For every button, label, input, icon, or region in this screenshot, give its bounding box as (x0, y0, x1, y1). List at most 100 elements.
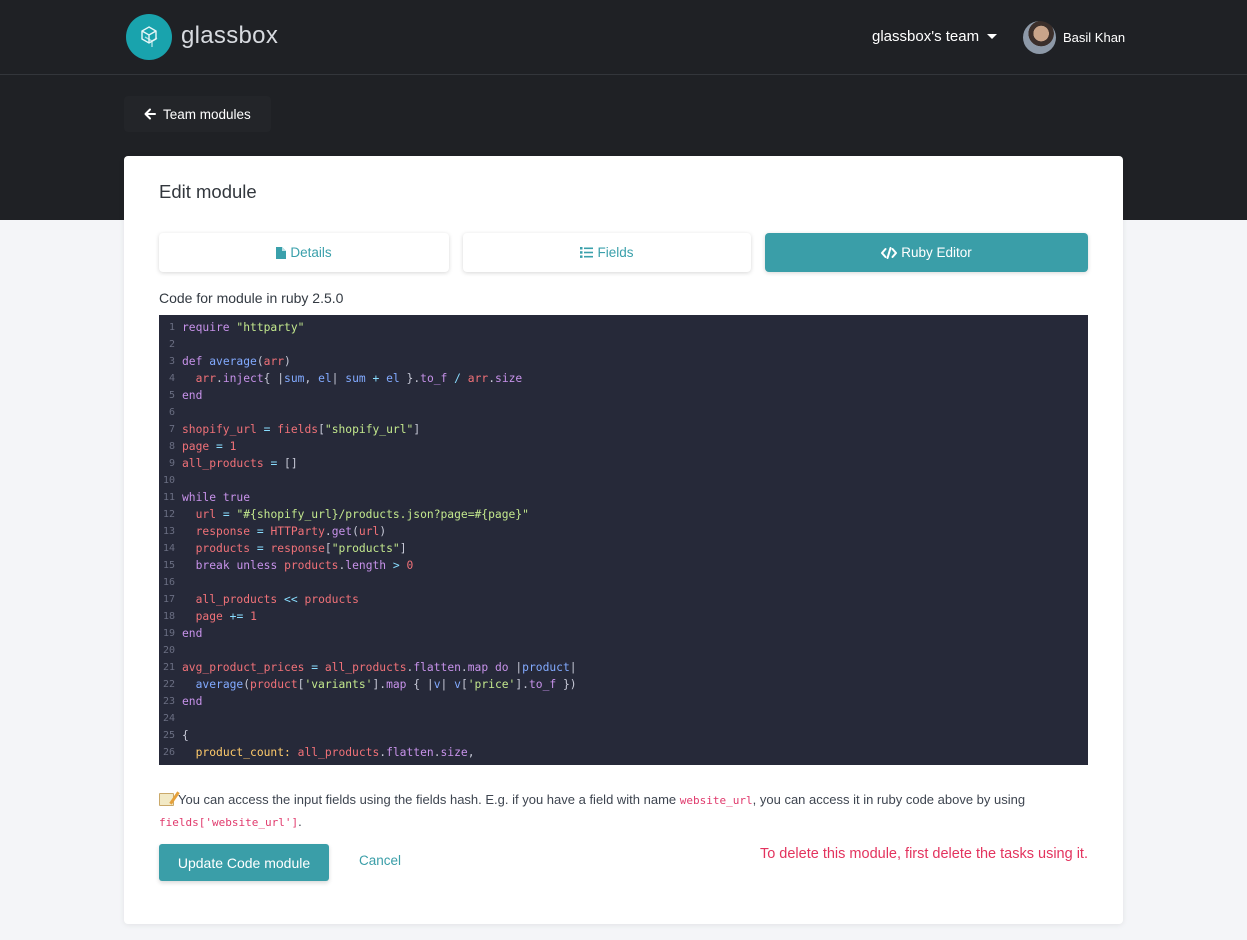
brand-name[interactable]: glassbox (181, 22, 278, 50)
code-line: 24 (159, 710, 1088, 727)
code-line: 15 break unless products.length > 0 (159, 557, 1088, 574)
line-number: 21 (162, 662, 175, 673)
line-number: 2 (168, 339, 175, 350)
hint-text-2: , you can access it in ruby code above b… (752, 792, 1026, 807)
line-number: 22 (162, 679, 175, 690)
list-icon (580, 247, 594, 258)
code-line: 2 (159, 336, 1088, 353)
code-line: 5 end (159, 387, 1088, 404)
code-text: require "httparty" (182, 321, 305, 334)
code-text: url = "#{shopify_url}/products.json?page… (195, 508, 529, 521)
line-number: 23 (162, 696, 175, 707)
hint-text-3: . (298, 814, 302, 829)
top-navbar: glassbox glassbox's team Basil Khan (0, 0, 1247, 75)
code-line: 22 average(product['variants'].map { |v|… (159, 676, 1088, 693)
line-number: 26 (162, 747, 175, 758)
code-text: products = response["products"] (195, 542, 407, 555)
user-name[interactable]: Basil Khan (1063, 30, 1125, 45)
code-text: all_products << products (195, 593, 359, 606)
code-line: 9 all_products = [] (159, 455, 1088, 472)
code-line: 18 page += 1 (159, 608, 1088, 625)
edit-module-card: Edit module Details Fields Ruby Editor C… (124, 156, 1123, 924)
file-icon (276, 246, 287, 259)
line-number: 15 (162, 560, 175, 571)
hint-code-fields-access: fields['website_url'] (159, 816, 299, 829)
code-line: 8 page = 1 (159, 438, 1088, 455)
back-link-label: Team modules (163, 106, 251, 122)
code-line: 21 avg_product_prices = all_products.flat… (159, 659, 1088, 676)
code-line: 16 (159, 574, 1088, 591)
code-line: 20 (159, 642, 1088, 659)
code-text: avg_product_prices = all_products.flatte… (182, 661, 577, 674)
line-number: 3 (168, 356, 175, 367)
line-number: 12 (162, 509, 175, 520)
code-text: end (182, 389, 203, 402)
tab-fields[interactable]: Fields (463, 233, 751, 272)
update-code-module-button[interactable]: Update Code module (159, 844, 329, 881)
code-text: break unless products.length > 0 (195, 559, 414, 572)
chevron-down-icon (987, 34, 998, 39)
arrow-left-icon (144, 108, 156, 120)
line-number: 1 (168, 322, 175, 333)
tab-ruby-editor-label: Ruby Editor (901, 245, 972, 260)
line-number: 6 (168, 407, 175, 418)
code-icon (881, 246, 898, 259)
code-text: shopify_url = fields["shopify_url"] (182, 423, 421, 436)
avatar[interactable] (1023, 21, 1056, 54)
line-number: 13 (162, 526, 175, 537)
code-editor-label: Code for module in ruby 2.5.0 (159, 290, 344, 306)
code-line: 26 product_count: all_products.flatten.s… (159, 744, 1088, 761)
code-text: page = 1 (182, 440, 237, 453)
line-number: 16 (162, 577, 175, 588)
code-line: 4 arr.inject{ |sum, el| sum + el }.to_f … (159, 370, 1088, 387)
memo-icon (159, 793, 174, 806)
fields-hint: You can access the input fields using th… (159, 789, 1059, 833)
hint-code-website-url: website_url (679, 794, 753, 807)
line-number: 18 (162, 611, 175, 622)
code-line: 1 require "httparty" (159, 319, 1088, 336)
code-line: 3 def average(arr) (159, 353, 1088, 370)
code-text: arr.inject{ |sum, el| sum + el }.to_f / … (195, 372, 523, 385)
tab-details[interactable]: Details (159, 233, 449, 272)
line-number: 14 (162, 543, 175, 554)
ruby-code-editor[interactable]: 1 require "httparty" 2 3 def average(arr) 4 a… (159, 315, 1088, 765)
code-text: average(product['variants'].map { |v| v[… (195, 678, 577, 691)
tab-details-label: Details (290, 245, 332, 260)
code-line: 7 shopify_url = fields["shopify_url"] (159, 421, 1088, 438)
cancel-link[interactable]: Cancel (359, 853, 401, 868)
code-line: 17 all_products << products (159, 591, 1088, 608)
tab-ruby-editor[interactable]: Ruby Editor (765, 233, 1088, 272)
code-line: 19 end (159, 625, 1088, 642)
hint-text-1: You can access the input fields using th… (178, 792, 677, 807)
code-line: 25 { (159, 727, 1088, 744)
code-text: end (182, 627, 203, 640)
line-number: 7 (168, 424, 175, 435)
line-number: 5 (168, 390, 175, 401)
code-line: 13 response = HTTParty.get(url) (159, 523, 1088, 540)
code-text: def average(arr) (182, 355, 291, 368)
glassbox-logo-icon[interactable] (126, 14, 172, 60)
code-line: 6 (159, 404, 1088, 421)
code-text: all_products = [] (182, 457, 298, 470)
code-text: { (182, 729, 189, 742)
team-dropdown-label: glassbox's team (872, 28, 980, 45)
code-text: response = HTTParty.get(url) (195, 525, 387, 538)
line-number: 8 (168, 441, 175, 452)
tab-fields-label: Fields (597, 245, 634, 260)
delete-module-warning: To delete this module, first delete the … (759, 846, 1088, 862)
line-number: 25 (162, 730, 175, 741)
back-to-team-modules-link[interactable]: Team modules (124, 96, 271, 132)
line-number: 10 (162, 475, 175, 486)
page-title: Edit module (159, 181, 257, 202)
code-line: 12 url = "#{shopify_url}/products.json?p… (159, 506, 1088, 523)
line-number: 4 (168, 373, 175, 384)
code-text: product_count: all_products.flatten.size… (195, 746, 475, 759)
code-text: page += 1 (195, 610, 257, 623)
code-text: while true (182, 491, 251, 504)
line-number: 9 (168, 458, 175, 469)
code-line: 14 products = response["products"] (159, 540, 1088, 557)
code-line: 23 end (159, 693, 1088, 710)
line-number: 19 (162, 628, 175, 639)
line-number: 11 (162, 492, 175, 503)
team-dropdown[interactable]: glassbox's team (872, 28, 998, 45)
